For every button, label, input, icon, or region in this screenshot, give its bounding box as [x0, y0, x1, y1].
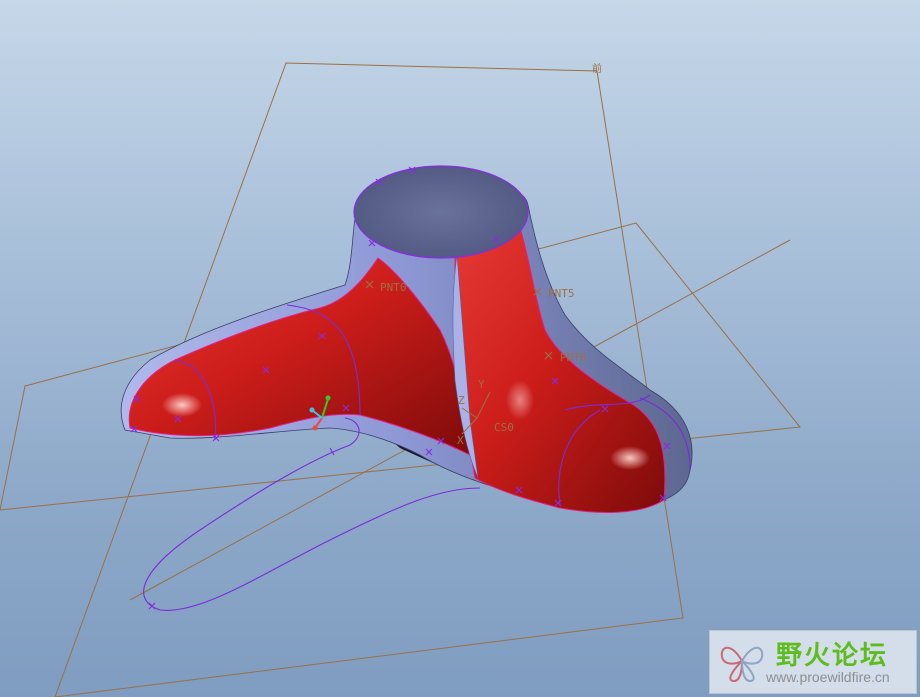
cs0-x-label: X: [457, 434, 464, 447]
highlight-right: [610, 446, 650, 470]
watermark-url: www.proewildfire.cn: [766, 669, 890, 685]
cs0-y-label: Y: [478, 378, 485, 391]
cs0-z-label: Z: [458, 394, 465, 407]
watermark-title: 野火论坛: [776, 641, 889, 671]
pnt5-label: PNT5: [548, 287, 575, 300]
forum-watermark: 野火论坛 www.proewildfire.cn: [709, 630, 917, 694]
highlight-left: [162, 393, 202, 417]
model-scene[interactable]: PNT0 PNT5 PNT6 Y Z X CS0 前: [0, 0, 920, 697]
pnt6-label: PNT6: [560, 351, 587, 364]
plane-tag: 前: [592, 62, 602, 75]
butterfly-logo-icon: [720, 646, 764, 683]
graphics-viewport[interactable]: PNT0 PNT5 PNT6 Y Z X CS0 前 野火论坛 www.proe…: [0, 0, 920, 697]
cs0-label: CS0: [494, 421, 514, 434]
top-cap-surface[interactable]: [353, 165, 529, 259]
highlight-center: [506, 380, 534, 420]
pnt0-label: PNT0: [380, 281, 407, 294]
